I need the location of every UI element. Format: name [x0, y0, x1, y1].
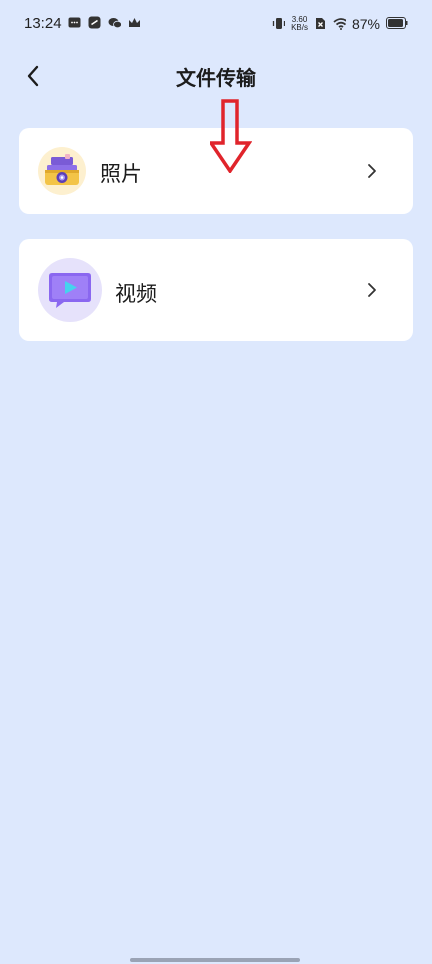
status-right-icons: 3.60 KB/s 87% [272, 14, 408, 33]
video-play-icon [38, 258, 102, 322]
videos-label: 视频 [115, 282, 157, 306]
wechat-icon [108, 16, 121, 29]
battery-percent: 87% [351, 15, 380, 32]
battery-icon [386, 14, 408, 33]
down-arrow-icon [210, 99, 252, 173]
home-indicator[interactable] [130, 958, 300, 962]
no-sim-icon [314, 17, 327, 30]
page-title: 文件传输 [176, 66, 256, 90]
status-bar: 13:24 3.60 KB/s 87% [0, 0, 432, 50]
notification-icons [68, 16, 141, 29]
header: 文件传输 [0, 50, 432, 104]
photos-label: 照片 [100, 162, 142, 186]
videos-item[interactable]: 视频 [19, 239, 413, 341]
link-app-icon [88, 16, 101, 29]
message-icon [68, 16, 81, 29]
wifi-icon [333, 17, 346, 30]
vibrate-icon [272, 17, 286, 30]
status-time: 13:24 [24, 15, 62, 32]
network-speed-unit: KB/s [291, 22, 308, 32]
crown-icon [128, 16, 141, 29]
chevron-right-icon [368, 164, 376, 178]
photo-box-icon [38, 147, 86, 195]
network-speed: 3.60 KB/s [291, 15, 308, 32]
chevron-right-icon [368, 283, 376, 297]
